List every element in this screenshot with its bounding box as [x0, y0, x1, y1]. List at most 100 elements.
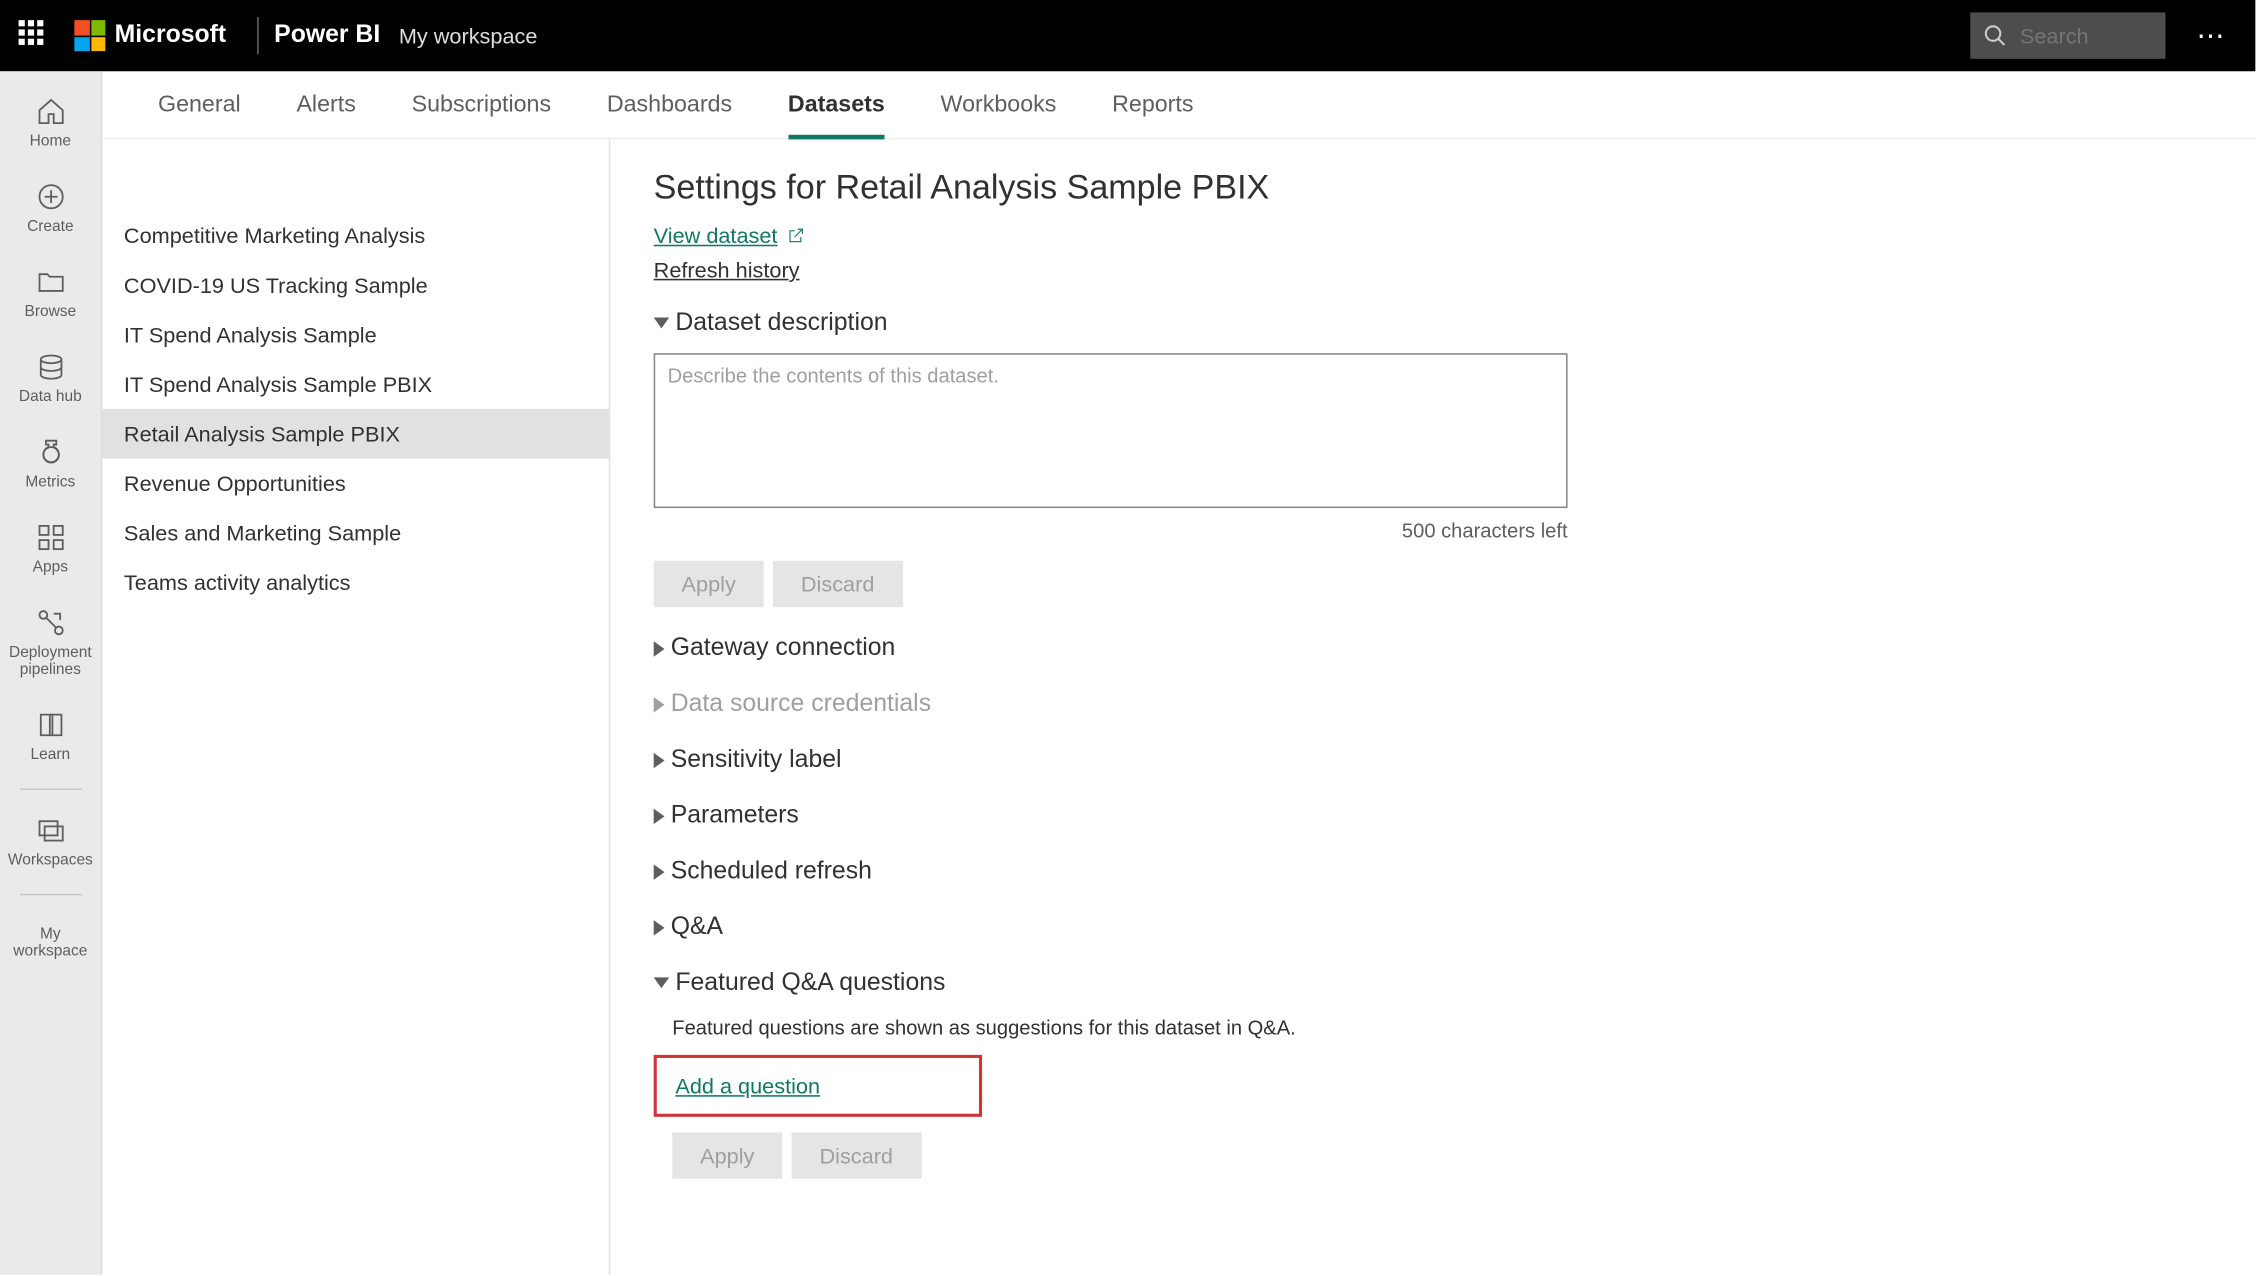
nav-label: Workspaces	[5, 852, 96, 869]
section-label: Featured Q&A questions	[675, 970, 945, 998]
dataset-list: Competitive Marketing Analysis COVID-19 …	[102, 139, 610, 1274]
section-qa[interactable]: Q&A	[654, 914, 2212, 942]
section-scheduled[interactable]: Scheduled refresh	[654, 858, 2212, 886]
section-label: Sensitivity label	[671, 747, 842, 775]
nav-workspaces[interactable]: Workspaces	[0, 802, 101, 881]
top-header: Microsoft Power BI My workspace ⋯	[0, 0, 2255, 71]
tab-general[interactable]: General	[158, 71, 241, 138]
dataset-item[interactable]: COVID-19 US Tracking Sample	[102, 260, 609, 310]
search-box[interactable]	[1970, 12, 2165, 58]
settings-tabs: General Alerts Subscriptions Dashboards …	[102, 71, 2255, 139]
tab-alerts[interactable]: Alerts	[296, 71, 355, 138]
app-launcher-icon[interactable]	[19, 20, 50, 51]
nav-label: Learn	[27, 747, 73, 764]
tab-dashboards[interactable]: Dashboards	[607, 71, 732, 138]
dataset-item-selected[interactable]: Retail Analysis Sample PBIX	[102, 409, 609, 459]
product-name[interactable]: Power BI	[274, 22, 380, 50]
browse-icon	[35, 266, 66, 297]
nav-label: Apps	[30, 559, 72, 576]
nav-rail: Home Create Browse Data hub Metrics Apps…	[0, 71, 102, 1275]
section-label: Dataset description	[675, 310, 887, 338]
discard-button[interactable]: Discard	[773, 561, 902, 607]
more-options-icon[interactable]: ⋯	[2187, 19, 2237, 52]
dataset-item[interactable]: IT Spend Analysis Sample PBIX	[102, 359, 609, 409]
workspaces-icon	[35, 815, 66, 846]
add-question-highlight: Add a question	[654, 1055, 982, 1117]
dataset-item[interactable]: IT Spend Analysis Sample	[102, 310, 609, 360]
datahub-icon	[35, 352, 66, 383]
dataset-item[interactable]: Revenue Opportunities	[102, 459, 609, 509]
microsoft-text: Microsoft	[115, 22, 227, 50]
section-label: Data source credentials	[671, 691, 931, 719]
metrics-icon	[35, 437, 66, 468]
chevron-right-icon	[654, 864, 665, 879]
nav-label: Home	[27, 133, 75, 150]
home-icon	[35, 96, 66, 127]
section-label: Parameters	[671, 802, 799, 830]
nav-label: Deployment pipelines	[0, 644, 101, 678]
chevron-right-icon	[654, 641, 665, 656]
tab-datasets[interactable]: Datasets	[788, 71, 885, 138]
header-divider	[257, 17, 259, 54]
chevron-right-icon	[654, 697, 665, 712]
nav-pipelines[interactable]: Deployment pipelines	[0, 595, 101, 691]
breadcrumb-workspace[interactable]: My workspace	[399, 23, 538, 48]
nav-label: Create	[24, 218, 77, 235]
nav-label: Metrics	[22, 474, 78, 491]
search-input[interactable]	[2020, 23, 2128, 48]
search-icon	[1983, 23, 2008, 48]
learn-icon	[35, 709, 66, 740]
section-sensitivity[interactable]: Sensitivity label	[654, 747, 2212, 775]
dataset-item[interactable]: Sales and Marketing Sample	[102, 508, 609, 558]
section-label: Q&A	[671, 914, 723, 942]
nav-label: My workspace	[0, 926, 101, 960]
nav-datahub[interactable]: Data hub	[0, 339, 101, 418]
view-dataset-label: View dataset	[654, 223, 778, 248]
nav-browse[interactable]: Browse	[0, 254, 101, 333]
dataset-item[interactable]: Competitive Marketing Analysis	[102, 211, 609, 261]
nav-separator	[19, 894, 81, 896]
apply-button[interactable]: Apply	[654, 561, 764, 607]
nav-create[interactable]: Create	[0, 169, 101, 248]
chevron-right-icon	[654, 920, 665, 935]
pipelines-icon	[35, 607, 66, 638]
chevron-down-icon	[654, 317, 669, 328]
chevron-down-icon	[654, 977, 669, 988]
featured-help-text: Featured questions are shown as suggesti…	[672, 1016, 2212, 1039]
nav-home[interactable]: Home	[0, 84, 101, 163]
apps-icon	[35, 522, 66, 553]
nav-my-workspace[interactable]: My workspace	[0, 908, 101, 973]
view-dataset-link[interactable]: View dataset	[654, 223, 806, 248]
microsoft-logo: Microsoft	[74, 20, 226, 51]
microsoft-logo-icon	[74, 20, 105, 51]
section-featured[interactable]: Featured Q&A questions	[654, 970, 2212, 998]
nav-apps[interactable]: Apps	[0, 510, 101, 589]
nav-label: Browse	[21, 304, 79, 321]
page-title: Settings for Retail Analysis Sample PBIX	[654, 167, 2212, 207]
section-gateway[interactable]: Gateway connection	[654, 635, 2212, 663]
dataset-item[interactable]: Teams activity analytics	[102, 558, 609, 608]
section-label: Scheduled refresh	[671, 858, 872, 886]
apply-button-featured[interactable]: Apply	[672, 1132, 782, 1178]
settings-panel: Settings for Retail Analysis Sample PBIX…	[610, 139, 2255, 1274]
section-credentials: Data source credentials	[654, 691, 2212, 719]
tab-workbooks[interactable]: Workbooks	[941, 71, 1057, 138]
chevron-right-icon	[654, 809, 665, 824]
nav-metrics[interactable]: Metrics	[0, 424, 101, 503]
refresh-history-link[interactable]: Refresh history	[654, 257, 800, 282]
section-description[interactable]: Dataset description	[654, 310, 2212, 338]
description-textarea[interactable]	[654, 353, 1568, 508]
chevron-right-icon	[654, 753, 665, 768]
section-label: Gateway connection	[671, 635, 896, 663]
characters-left: 500 characters left	[654, 519, 1568, 542]
tab-reports[interactable]: Reports	[1112, 71, 1193, 138]
nav-separator	[19, 788, 81, 790]
tab-subscriptions[interactable]: Subscriptions	[412, 71, 551, 138]
discard-button-featured[interactable]: Discard	[792, 1132, 921, 1178]
nav-learn[interactable]: Learn	[0, 697, 101, 776]
add-question-link[interactable]: Add a question	[675, 1073, 820, 1098]
external-link-icon	[787, 226, 806, 245]
create-icon	[35, 181, 66, 212]
section-parameters[interactable]: Parameters	[654, 802, 2212, 830]
nav-label: Data hub	[16, 389, 85, 406]
